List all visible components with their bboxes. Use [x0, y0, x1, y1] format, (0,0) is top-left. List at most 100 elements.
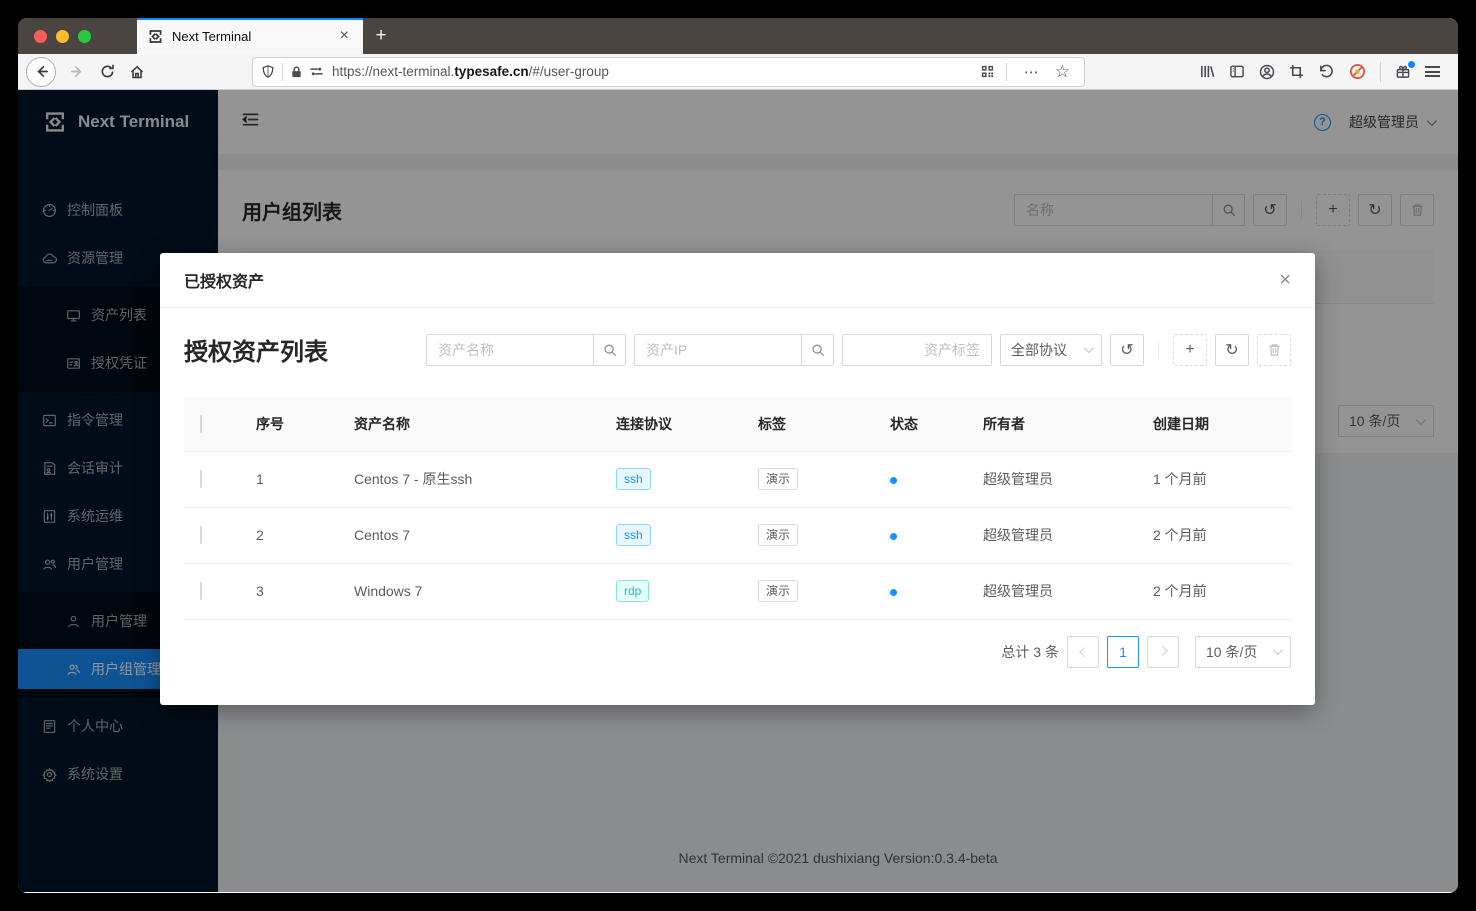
table-row: 3 Windows 7 rdp 演示 超级管理员 2 个月前	[184, 563, 1291, 619]
lock-icon[interactable]	[290, 65, 303, 79]
asset-table-header-row: 序号 资产名称 连接协议 标签 状态 所有者 创建日期	[184, 397, 1291, 451]
column-header: 状态	[874, 397, 967, 451]
minimize-window-button[interactable]	[56, 30, 69, 43]
label-tag: 演示	[758, 524, 798, 546]
cell-owner: 超级管理员	[967, 563, 1137, 619]
asset-list-title: 授权资产列表	[184, 332, 328, 367]
asset-name-input[interactable]	[426, 334, 594, 366]
cell-asset-name: Centos 7 - 原生ssh	[338, 451, 600, 507]
url-domain: typesafe.cn	[454, 64, 528, 79]
home-button[interactable]	[122, 57, 152, 87]
asset-tag-input[interactable]	[842, 334, 992, 366]
cell-created: 2 个月前	[1137, 563, 1291, 619]
protocol-select[interactable]: 全部协议	[1000, 334, 1102, 366]
asset-table: 序号 资产名称 连接协议 标签 状态 所有者 创建日期	[184, 397, 1291, 620]
urlbar-divider2	[1006, 63, 1007, 81]
asset-ip-search	[634, 334, 834, 366]
asset-name-search	[426, 334, 626, 366]
cell-owner: 超级管理员	[967, 451, 1137, 507]
bookmark-star-icon[interactable]: ☆	[1049, 62, 1076, 82]
reload-button[interactable]	[92, 57, 122, 87]
row-checkbox[interactable]	[200, 526, 202, 544]
toolbar-divider	[1380, 62, 1381, 82]
permissions-icon[interactable]	[309, 65, 324, 78]
url-bar[interactable]: https://next-terminal.typesafe.cn/#/user…	[252, 57, 1085, 87]
status-dot	[890, 589, 897, 596]
asset-reset-button[interactable]: ↺	[1110, 334, 1144, 366]
toolbar-extensions	[1185, 62, 1450, 82]
url-text[interactable]: https://next-terminal.typesafe.cn/#/user…	[332, 64, 980, 79]
table-row: 1 Centos 7 - 原生ssh ssh 演示 超级管理员 1 个月前	[184, 451, 1291, 507]
column-header: 资产名称	[338, 397, 600, 451]
whats-new-gift-icon[interactable]	[1395, 64, 1411, 79]
asset-name-search-button[interactable]	[594, 334, 626, 366]
window-controls	[18, 18, 105, 54]
column-header: 序号	[240, 397, 338, 451]
row-checkbox[interactable]	[200, 582, 202, 600]
protocol-tag: ssh	[616, 524, 651, 546]
url-path: /#/user-group	[529, 64, 609, 79]
page-size-select[interactable]: 10 条/页	[1195, 636, 1291, 668]
qr-code-icon[interactable]	[980, 64, 995, 79]
modal-title: 已授权资产	[184, 268, 264, 292]
url-prefix: https://next-terminal.	[332, 64, 454, 79]
column-header: 创建日期	[1137, 397, 1291, 451]
content-blocker-icon[interactable]	[1349, 63, 1366, 80]
asset-add-button[interactable]: +	[1173, 334, 1207, 366]
cell-index: 2	[240, 507, 338, 563]
prev-page-button[interactable]	[1067, 636, 1099, 668]
column-header: 连接协议	[600, 397, 742, 451]
select-chevron-down-icon	[1084, 343, 1094, 353]
cell-index: 1	[240, 451, 338, 507]
new-tab-button[interactable]: +	[363, 18, 399, 54]
browser-tab-active[interactable]: Next Terminal ×	[137, 18, 363, 54]
asset-delete-button[interactable]	[1257, 334, 1291, 366]
next-page-button[interactable]	[1147, 636, 1179, 668]
account-icon[interactable]	[1259, 64, 1275, 80]
table-row: 2 Centos 7 ssh 演示 超级管理员 2 个月前	[184, 507, 1291, 563]
status-dot	[890, 533, 897, 540]
column-header: 所有者	[967, 397, 1137, 451]
asset-pagination: 总计 3 条 1 10 条/页	[184, 636, 1291, 668]
tab-close-icon[interactable]: ×	[336, 26, 353, 46]
browser-tabbar: Next Terminal × +	[18, 18, 1458, 54]
asset-ip-input[interactable]	[634, 334, 802, 366]
tab-title: Next Terminal	[172, 29, 328, 44]
protocol-tag: rdp	[616, 580, 649, 602]
back-button[interactable]	[26, 57, 56, 87]
protocol-select-value: 全部协议	[1011, 340, 1067, 360]
forward-button[interactable]	[62, 57, 92, 87]
cell-asset-name: Centos 7	[338, 507, 600, 563]
tracking-shield-icon[interactable]	[261, 64, 275, 79]
asset-refresh-button[interactable]: ↻	[1215, 334, 1249, 366]
page-size-value: 10 条/页	[1206, 642, 1257, 662]
label-tag: 演示	[758, 580, 798, 602]
undo-history-icon[interactable]	[1318, 64, 1335, 79]
modal-close-icon[interactable]: ×	[1279, 270, 1291, 290]
select-all-checkbox[interactable]	[200, 415, 202, 433]
close-window-button[interactable]	[34, 30, 47, 43]
zoom-window-button[interactable]	[78, 30, 91, 43]
screenshot-canvas: Next Terminal × +	[0, 0, 1476, 911]
screenshot-icon[interactable]	[1289, 64, 1304, 79]
label-tag: 演示	[758, 468, 798, 490]
status-dot	[890, 477, 897, 484]
menu-hamburger-icon[interactable]	[1425, 66, 1440, 77]
library-icon[interactable]	[1199, 64, 1215, 79]
asset-ip-search-button[interactable]	[802, 334, 834, 366]
modal-body: 授权资产列表 全部协议	[160, 308, 1315, 692]
page-1-button[interactable]: 1	[1107, 636, 1139, 668]
asset-list-toolbar: 授权资产列表 全部协议	[184, 332, 1291, 367]
page-actions-icon[interactable]: ⋯	[1018, 63, 1045, 81]
cell-owner: 超级管理员	[967, 507, 1137, 563]
cell-index: 3	[240, 563, 338, 619]
pagination-total: 总计 3 条	[1001, 642, 1059, 662]
app-viewport: Next Terminal 控制面板 资源管理 资产列表	[18, 90, 1458, 892]
sidebar-toggle-icon[interactable]	[1229, 64, 1245, 79]
browser-toolbar: https://next-terminal.typesafe.cn/#/user…	[18, 54, 1458, 90]
row-checkbox[interactable]	[200, 470, 202, 488]
browser-window: Next Terminal × +	[18, 18, 1458, 893]
protocol-tag: ssh	[616, 468, 651, 490]
authorized-assets-modal: 已授权资产 × 授权资产列表	[160, 253, 1315, 705]
cell-created: 2 个月前	[1137, 507, 1291, 563]
